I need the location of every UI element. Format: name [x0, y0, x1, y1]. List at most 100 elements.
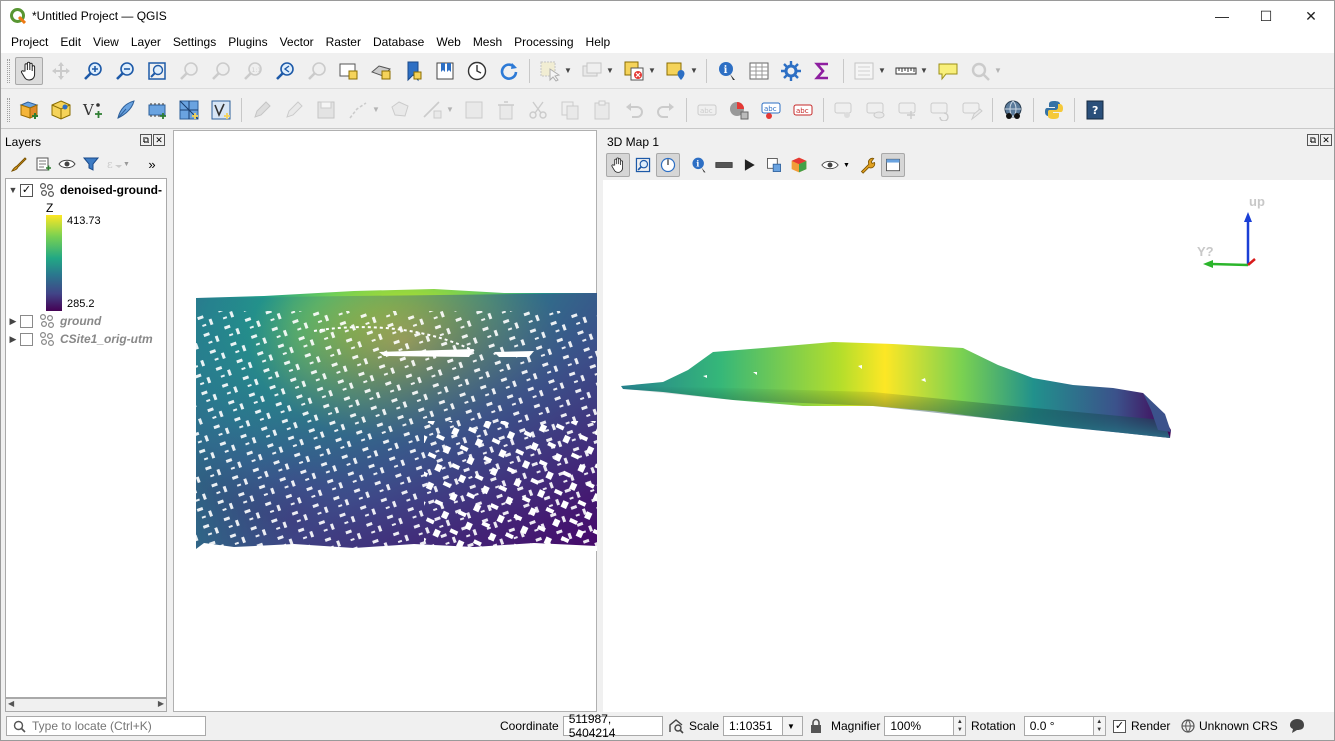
- magnifier-spinner[interactable]: ▲ ▼: [954, 716, 967, 736]
- identify-features-button[interactable]: i: [713, 57, 741, 85]
- measure-line-button[interactable]: [892, 57, 920, 85]
- python-console-button[interactable]: [1040, 96, 1068, 124]
- layer-labeling-options-button[interactable]: abc: [693, 96, 721, 124]
- paste-features-button[interactable]: [588, 96, 616, 124]
- show-hide-labels-button[interactable]: [862, 96, 890, 124]
- new-3d-map-view-button[interactable]: [367, 57, 395, 85]
- minimize-button[interactable]: —: [1199, 1, 1245, 31]
- save-layer-edits-button[interactable]: [312, 96, 340, 124]
- scale-dropdown-icon[interactable]: ▼: [783, 716, 804, 736]
- toggle-editing-button[interactable]: [280, 96, 308, 124]
- new-geopackage-layer-button[interactable]: [47, 96, 75, 124]
- digitize-button[interactable]: [344, 96, 372, 124]
- zoom-in-button[interactable]: [79, 57, 107, 85]
- map-tips-button[interactable]: [934, 57, 962, 85]
- expand-arrow-icon[interactable]: ▶: [6, 316, 20, 327]
- menu-database[interactable]: Database: [367, 35, 430, 49]
- zoom-full-button[interactable]: [143, 57, 171, 85]
- scroll-left-icon[interactable]: ◀: [8, 699, 14, 708]
- refresh-button[interactable]: [495, 57, 523, 85]
- menu-vector[interactable]: Vector: [274, 35, 320, 49]
- more-tools-button[interactable]: »: [140, 153, 164, 175]
- spin-up-icon[interactable]: ▲: [957, 718, 963, 726]
- locate-dropdown[interactable]: ▼: [994, 66, 1002, 75]
- magnifier-field[interactable]: 100%: [884, 716, 955, 736]
- menu-edit[interactable]: Edit: [54, 35, 87, 49]
- new-shapefile-layer-button[interactable]: V: [79, 96, 107, 124]
- vertex-tool-dropdown[interactable]: ▼: [446, 105, 454, 114]
- 3d-save-as-image-button[interactable]: [762, 153, 786, 177]
- processing-toolbox-button[interactable]: [777, 57, 805, 85]
- float-panel-button[interactable]: ⧉: [1307, 134, 1319, 146]
- maximize-button[interactable]: ☐: [1243, 1, 1289, 31]
- zoom-last-button[interactable]: [271, 57, 299, 85]
- show-bookmarks-button[interactable]: [431, 57, 459, 85]
- data-source-manager-button[interactable]: [15, 96, 43, 124]
- undo-button[interactable]: [620, 96, 648, 124]
- 3d-camera-view-button[interactable]: [818, 153, 842, 177]
- pin-unpin-labels-button[interactable]: [830, 96, 858, 124]
- render-checkbox[interactable]: ✓: [1113, 719, 1126, 733]
- 3d-identify-button[interactable]: i: [687, 153, 711, 177]
- 3d-export-scene-button[interactable]: [787, 153, 811, 177]
- toolbar-grip[interactable]: [7, 58, 10, 83]
- zoom-native-button[interactable]: 1:1: [239, 57, 267, 85]
- menu-project[interactable]: Project: [5, 35, 54, 49]
- 3d-docked-button[interactable]: [880, 153, 905, 177]
- zoom-next-button[interactable]: [303, 57, 331, 85]
- open-attribute-table-button[interactable]: [745, 57, 773, 85]
- locate-button[interactable]: [966, 57, 994, 85]
- layer-visibility-checkbox[interactable]: ✓: [20, 183, 33, 197]
- rotate-label-button[interactable]: [926, 96, 954, 124]
- zoom-to-selection-button[interactable]: [175, 57, 203, 85]
- messages-button[interactable]: [1288, 716, 1306, 736]
- menu-view[interactable]: View: [87, 35, 125, 49]
- copy-features-button[interactable]: [556, 96, 584, 124]
- filter-by-expression-button[interactable]: ε: [103, 153, 127, 175]
- menu-layer[interactable]: Layer: [125, 35, 167, 49]
- move-label-button[interactable]: [894, 96, 922, 124]
- menu-plugins[interactable]: Plugins: [222, 35, 273, 49]
- new-temporary-scratch-layer-button[interactable]: [111, 96, 139, 124]
- filter-legend-button[interactable]: [79, 153, 103, 175]
- digitize-dropdown[interactable]: ▼: [372, 105, 380, 114]
- layer-row-csite1-orig-utm[interactable]: ▶ CSite1_orig-utm: [6, 330, 166, 348]
- spin-down-icon[interactable]: ▼: [1096, 726, 1102, 734]
- menu-mesh[interactable]: Mesh: [467, 35, 508, 49]
- qgis-cloud-plugin-button[interactable]: [999, 96, 1027, 124]
- cut-features-button[interactable]: [524, 96, 552, 124]
- select-features-dropdown[interactable]: ▼: [564, 66, 572, 75]
- select-by-value-dropdown[interactable]: ▼: [606, 66, 614, 75]
- 3d-zoom-full-button[interactable]: [631, 153, 655, 177]
- select-by-value-button[interactable]: [578, 57, 606, 85]
- new-mesh-layer-button[interactable]: [175, 96, 203, 124]
- layer-row-ground[interactable]: ▶ ground: [6, 312, 166, 330]
- toggle-label-display-button[interactable]: abc: [789, 96, 817, 124]
- select-features-button[interactable]: [536, 57, 564, 85]
- layer-visibility-checkbox[interactable]: [20, 332, 33, 346]
- 3d-toggle-navigation-widget-button[interactable]: [656, 153, 680, 177]
- lock-scale-button[interactable]: [809, 716, 823, 736]
- locator-bar[interactable]: [6, 716, 206, 736]
- locator-input[interactable]: [32, 719, 202, 733]
- delete-selected-button[interactable]: [492, 96, 520, 124]
- statistical-summary-button[interactable]: [809, 57, 837, 85]
- menu-settings[interactable]: Settings: [167, 35, 222, 49]
- deselect-dropdown[interactable]: ▼: [648, 66, 656, 75]
- map-canvas[interactable]: [173, 130, 597, 712]
- spin-up-icon[interactable]: ▲: [1096, 718, 1102, 726]
- new-map-view-button[interactable]: [335, 57, 363, 85]
- 3d-animation-button[interactable]: [737, 153, 761, 177]
- menu-processing[interactable]: Processing: [508, 35, 579, 49]
- layer-row-denoised-ground[interactable]: ▼ ✓ denoised-ground-: [6, 181, 166, 199]
- camera-view-dropdown[interactable]: ▼: [843, 162, 850, 169]
- deselect-features-button[interactable]: [620, 57, 648, 85]
- temporal-controller-button[interactable]: [463, 57, 491, 85]
- modify-attributes-button[interactable]: [460, 96, 488, 124]
- attributes-form-dropdown[interactable]: ▼: [878, 66, 886, 75]
- add-feature-button[interactable]: [386, 96, 414, 124]
- menu-help[interactable]: Help: [580, 35, 617, 49]
- rotation-field[interactable]: 0.0 °: [1023, 716, 1094, 736]
- layers-horizontal-scrollbar[interactable]: ◀ ▶: [5, 698, 167, 712]
- current-edits-button[interactable]: [248, 96, 276, 124]
